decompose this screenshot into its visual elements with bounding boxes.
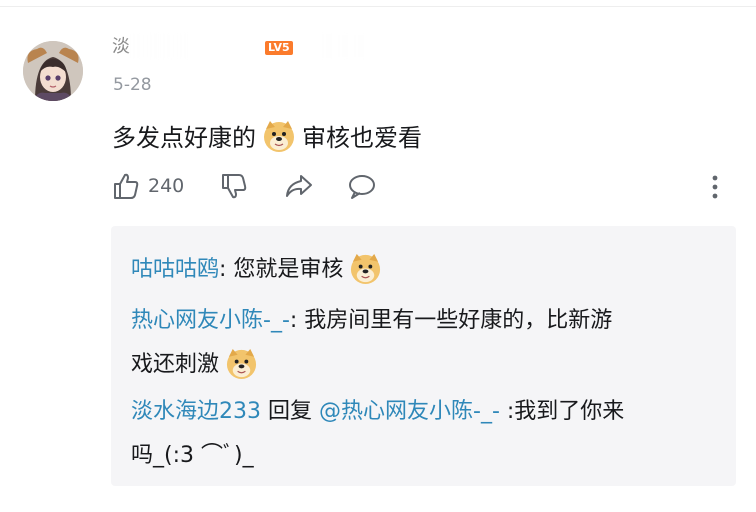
reply-text-line1: : 我房间里有一些好康的，比新游 (289, 308, 613, 333)
reply-username[interactable]: 淡水海边233 (131, 399, 261, 424)
thumbs-up-icon (114, 173, 139, 199)
doge-emoji-icon (351, 253, 381, 284)
comment-icon (349, 175, 375, 199)
doge-emoji-icon (226, 348, 257, 379)
thumbs-down-icon (222, 174, 247, 199)
reply-word: 回复 (261, 399, 319, 424)
comment-date: 5-28 (113, 75, 152, 95)
comment-text-part1: 多发点好康的 (112, 124, 256, 152)
like-count: 240 (148, 175, 185, 197)
reply-text: : 您就是审核 (219, 257, 344, 282)
reply-text-line2: 吗_(:3 ⌒ﾞ)_ (131, 443, 254, 468)
username-blur-mask (128, 32, 368, 60)
doge-emoji-icon (264, 120, 294, 152)
reply-item[interactable]: 淡水海边233 回复 @热心网友小陈-_- :我到了你来 吗_(:3 ⌒ﾞ)_ (131, 390, 721, 478)
reply-item[interactable]: 咕咕咕鸥: 您就是审核 (131, 248, 721, 292)
avatar[interactable] (23, 41, 83, 101)
share-icon (286, 175, 312, 197)
share-button[interactable] (284, 172, 314, 200)
reply-username[interactable]: 咕咕咕鸥 (131, 257, 219, 282)
comment-text-part2: 审核也爱看 (302, 124, 422, 152)
level-badge: LV5 (265, 41, 293, 55)
reply-text-line1: :我到了你来 (499, 399, 625, 424)
reply-text-line2: 戏还刺激 (131, 352, 220, 377)
dislike-button[interactable] (220, 172, 248, 200)
reply-list: 咕咕咕鸥: 您就是审核 热心网友小陈-_-: 我房间里有一些好康的，比新游 戏还… (111, 226, 736, 486)
comment-text: 多发点好康的 审核也爱看 (112, 118, 422, 153)
more-options-button[interactable] (709, 172, 721, 202)
comment-actions: 240 (112, 172, 742, 204)
top-divider (0, 6, 756, 7)
more-vertical-icon (712, 175, 718, 199)
like-button[interactable]: 240 (112, 172, 184, 200)
reply-button[interactable] (347, 172, 377, 200)
reply-item[interactable]: 热心网友小陈-_-: 我房间里有一些好康的，比新游 戏还刺激 (131, 299, 721, 387)
reply-mention[interactable]: @热心网友小陈-_- (319, 399, 500, 424)
reply-username[interactable]: 热心网友小陈-_- (131, 308, 290, 333)
